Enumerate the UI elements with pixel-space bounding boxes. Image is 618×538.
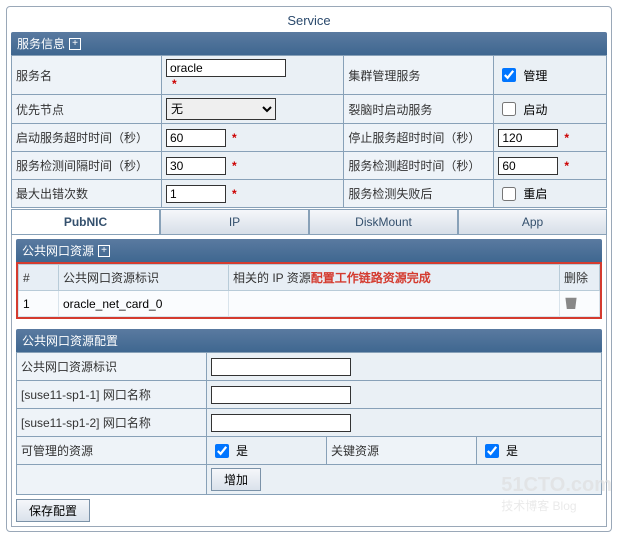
required-marker: * [172, 77, 339, 91]
cfg-nic2-input[interactable] [211, 414, 351, 432]
cfg-critical-checkbox[interactable]: 是 [481, 441, 518, 461]
cluster-mgmt-checkbox[interactable]: 管理 [498, 65, 547, 85]
pubnic-res-header: 公共网口资源 + [16, 239, 602, 262]
label-split-start: 裂脑时启动服务 [344, 95, 494, 124]
tab-content: 公共网口资源 + # 公共网口资源标识 相关的 IP 资源配置工作链路资源完成 … [11, 235, 607, 527]
tab-pubnic[interactable]: PubNIC [11, 209, 160, 234]
required-marker: * [232, 131, 237, 145]
cfg-manageable-checkbox[interactable]: 是 [211, 441, 248, 461]
cell-relip [229, 291, 560, 317]
expand-icon[interactable]: + [98, 245, 110, 257]
save-button[interactable]: 保存配置 [16, 499, 90, 522]
cfg-nic1-input[interactable] [211, 386, 351, 404]
overlay-note: 配置工作链路资源完成 [311, 271, 431, 285]
section-title: 公共网口资源配置 [22, 332, 118, 349]
tab-app[interactable]: App [458, 209, 607, 234]
start-timeout-input[interactable] [166, 129, 226, 147]
label-check-timeout: 服务检测超时时间（秒） [344, 152, 494, 180]
tabs: PubNIC IP DiskMount App [11, 209, 607, 235]
tab-ip[interactable]: IP [160, 209, 309, 234]
label-cfg-nic1: [suse11-sp1-1] 网口名称 [17, 381, 207, 409]
pubnic-cfg-table: 公共网口资源标识 [suse11-sp1-1] 网口名称 [suse11-sp1… [16, 352, 602, 495]
label-cfg-manageable: 可管理的资源 [17, 437, 207, 465]
col-resid: 公共网口资源标识 [59, 265, 229, 291]
label-max-errors: 最大出错次数 [12, 180, 162, 208]
delete-icon[interactable] [564, 295, 578, 309]
section-title: 公共网口资源 [22, 242, 94, 259]
service-window: Service 服务信息 + 服务名 * 集群管理服务 管理 优先节点 无 [6, 6, 612, 532]
expand-icon[interactable]: + [69, 38, 81, 50]
col-relip: 相关的 IP 资源配置工作链路资源完成 [229, 265, 560, 291]
split-start-checkbox[interactable]: 启动 [498, 99, 547, 119]
label-cluster-mgmt: 集群管理服务 [344, 56, 494, 95]
required-marker: * [232, 187, 237, 201]
required-marker: * [564, 131, 569, 145]
label-after-fail: 服务检测失败后 [344, 180, 494, 208]
cell-idx: 1 [19, 291, 59, 317]
required-marker: * [564, 159, 569, 173]
window-title: Service [11, 11, 607, 32]
priority-node-select[interactable]: 无 [166, 98, 276, 120]
check-interval-input[interactable] [166, 157, 226, 175]
label-cfg-nic2: [suse11-sp1-2] 网口名称 [17, 409, 207, 437]
max-errors-input[interactable] [166, 185, 226, 203]
service-info-header: 服务信息 + [11, 32, 607, 55]
cell-resid: oracle_net_card_0 [59, 291, 229, 317]
col-del: 删除 [560, 265, 600, 291]
section-title: 服务信息 [17, 35, 65, 52]
required-marker: * [232, 159, 237, 173]
add-button[interactable]: 增加 [211, 468, 261, 491]
check-timeout-input[interactable] [498, 157, 558, 175]
label-cfg-critical: 关键资源 [327, 437, 477, 465]
table-row: 1 oracle_net_card_0 [19, 291, 600, 317]
pubnic-cfg-header: 公共网口资源配置 [16, 329, 602, 352]
tab-diskmount[interactable]: DiskMount [309, 209, 458, 234]
col-idx: # [19, 265, 59, 291]
label-priority-node: 优先节点 [12, 95, 162, 124]
label-start-timeout: 启动服务超时时间（秒） [12, 124, 162, 152]
label-check-interval: 服务检测间隔时间（秒） [12, 152, 162, 180]
service-info-table: 服务名 * 集群管理服务 管理 优先节点 无 裂脑时启动服务 [11, 55, 607, 208]
highlighted-resource-list: # 公共网口资源标识 相关的 IP 资源配置工作链路资源完成 删除 1 orac… [16, 262, 602, 319]
service-name-input[interactable] [166, 59, 286, 77]
label-stop-timeout: 停止服务超时时间（秒） [344, 124, 494, 152]
label-service-name: 服务名 [12, 56, 162, 95]
cfg-resid-input[interactable] [211, 358, 351, 376]
stop-timeout-input[interactable] [498, 129, 558, 147]
after-fail-checkbox[interactable]: 重启 [498, 184, 547, 204]
label-cfg-resid: 公共网口资源标识 [17, 353, 207, 381]
pubnic-list-table: # 公共网口资源标识 相关的 IP 资源配置工作链路资源完成 删除 1 orac… [18, 264, 600, 317]
